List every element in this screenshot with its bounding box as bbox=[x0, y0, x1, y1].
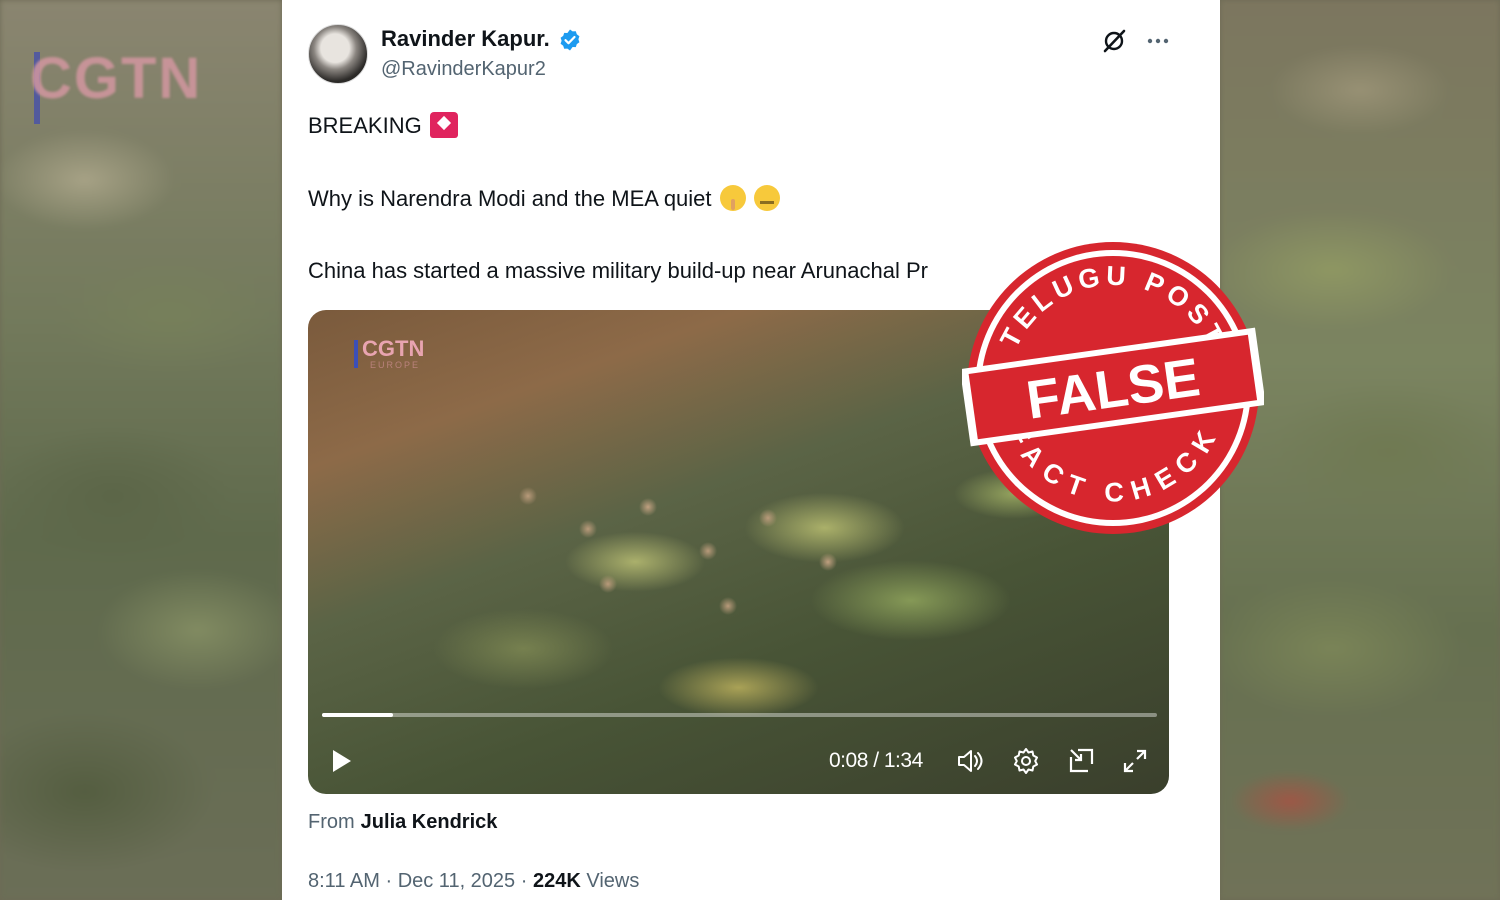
from-name-link[interactable]: Julia Kendrick bbox=[361, 811, 498, 833]
breaking-text: BREAKING bbox=[308, 113, 422, 138]
separator: · bbox=[520, 870, 533, 892]
post-time[interactable]: 8:11 AM bbox=[308, 870, 380, 892]
volume-icon[interactable] bbox=[955, 746, 985, 776]
tweet-meta: 8:11 AM · Dec 11, 2025 · 224K Views bbox=[308, 870, 639, 893]
zipper-mouth-face-emoji bbox=[753, 185, 780, 211]
views-label: Views bbox=[586, 870, 640, 892]
video-progress-fill bbox=[322, 713, 393, 717]
video-time: 0:08 / 1:34 bbox=[829, 749, 923, 772]
background-left bbox=[0, 0, 282, 900]
from-label: From bbox=[308, 811, 355, 833]
post-date[interactable]: Dec 11, 2025 bbox=[398, 870, 516, 892]
verified-badge-icon bbox=[560, 29, 580, 51]
video-frame-content bbox=[488, 430, 888, 650]
separator: · bbox=[385, 870, 398, 892]
author-name[interactable]: Ravinder Kapur. bbox=[381, 26, 550, 52]
tweet-text-line-1: BREAKING bbox=[308, 112, 458, 139]
avatar[interactable] bbox=[308, 24, 368, 84]
video-source: From Julia Kendrick bbox=[308, 811, 497, 834]
tweet-text-line-2: Why is Narendra Modi and the MEA quiet bbox=[308, 185, 780, 212]
video-logo-sub: EUROPE bbox=[370, 360, 421, 370]
video-progress-bar[interactable] bbox=[322, 713, 1157, 717]
pip-icon[interactable] bbox=[1066, 746, 1096, 776]
shushing-face-emoji bbox=[719, 185, 746, 211]
question-text: Why is Narendra Modi and the MEA quiet bbox=[308, 186, 712, 211]
siren-emoji bbox=[429, 112, 458, 138]
author-handle[interactable]: @RavinderKapur2 bbox=[381, 58, 546, 81]
fact-check-stamp: TELUGU POST FACT CHECK FALSE bbox=[962, 242, 1264, 534]
play-icon[interactable] bbox=[326, 746, 356, 776]
grok-icon[interactable] bbox=[1100, 27, 1128, 55]
views-count: 224K bbox=[532, 870, 581, 892]
more-icon[interactable] bbox=[1144, 27, 1172, 55]
video-logo: CGTN bbox=[362, 336, 425, 361]
background-watermark: CGTN bbox=[30, 46, 203, 111]
claim-text: China has started a massive military bui… bbox=[308, 258, 928, 283]
settings-icon[interactable] bbox=[1011, 746, 1041, 776]
video-logo-bar bbox=[354, 340, 358, 368]
tweet-text-line-3: China has started a massive military bui… bbox=[308, 258, 1008, 284]
fullscreen-icon[interactable] bbox=[1120, 746, 1150, 776]
